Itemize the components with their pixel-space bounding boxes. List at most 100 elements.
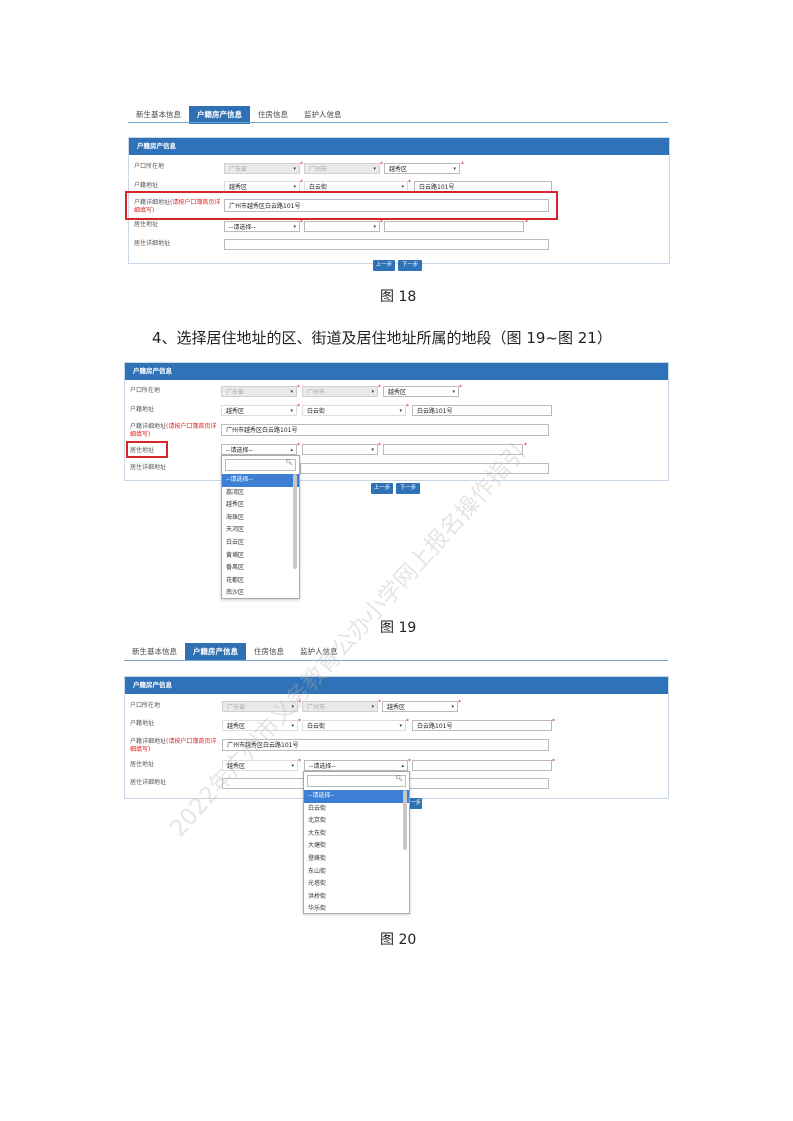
residence-street-select[interactable]: ▾ (302, 444, 378, 455)
required-mark: * (406, 403, 409, 410)
chevron-down-icon: ▾ (373, 224, 376, 230)
city-select[interactable]: 广州市 ▾ (304, 163, 380, 174)
fig18-tabs: 新生基本信息 户籍房产信息 住房信息 监护人信息 (128, 104, 350, 124)
next-button[interactable]: 下一步 (396, 483, 420, 494)
hukou-street-select[interactable]: 白云街 ▾ (302, 405, 406, 416)
province-value: 广东省 (227, 704, 246, 711)
chevron-down-icon: ▾ (373, 166, 376, 172)
prev-button[interactable]: 上一步 (371, 483, 393, 494)
chevron-down-icon: ▾ (371, 704, 374, 710)
dropdown-search-input[interactable]: 🔍︎ (225, 459, 296, 471)
dropdown-option[interactable]: 天河区 (222, 524, 299, 537)
dropdown-option[interactable]: 黄埔区 (222, 550, 299, 563)
required-mark: * (461, 161, 464, 168)
city-value: 广州市 (309, 166, 328, 173)
hukou-road-value: 白云路101号 (417, 408, 453, 415)
panel-title: 户籍房产信息 (125, 677, 668, 694)
district-select[interactable]: 越秀区 ▾ (382, 701, 458, 712)
residence-street-select[interactable]: ▾ (304, 221, 380, 232)
dropdown-option[interactable]: 华乐街 (304, 903, 409, 913)
dropdown-option[interactable]: 东山街 (304, 866, 409, 879)
hukou-detail-value: 广州市越秀区白云路101号 (226, 427, 298, 434)
dropdown-option[interactable]: 北京街 (304, 815, 409, 828)
label-residence-detail: 居住详细地址 (134, 240, 171, 247)
tab-underline (124, 660, 668, 661)
dropdown-option[interactable]: 洪桥街 (304, 891, 409, 904)
required-mark: * (300, 161, 303, 168)
dropdown-option[interactable]: 白云街 (304, 803, 409, 816)
label-hukou-detail: 户籍详细地址(请按户口簿首页详细填写) (130, 738, 220, 754)
hukou-road-input[interactable]: 白云路101号 (412, 720, 552, 731)
residence-district-select[interactable]: --请选择-- ▴ (221, 444, 297, 455)
residence-detail-input[interactable] (224, 239, 549, 250)
required-mark: * (300, 219, 303, 226)
required-mark: * (378, 699, 381, 706)
scrollbar[interactable] (293, 474, 297, 569)
dropdown-option[interactable]: 南沙区 (222, 587, 299, 598)
chevron-down-icon: ▾ (452, 389, 455, 395)
hukou-road-input[interactable]: 白云路101号 (412, 405, 552, 416)
residence-district-select[interactable]: --请选择-- ▾ (224, 221, 300, 232)
province-select[interactable]: 广东省 ▾ (221, 386, 297, 397)
hukou-district-select[interactable]: 越秀区 ▾ (221, 405, 297, 416)
tab-hukou-property[interactable]: 户籍房产信息 (185, 643, 246, 661)
chevron-down-icon: ▾ (399, 723, 402, 729)
dropdown-search-input[interactable]: 🔍︎ (307, 775, 406, 787)
province-value: 广东省 (226, 389, 245, 396)
dropdown-option[interactable]: --请选择-- (304, 790, 409, 803)
highlight-box (126, 441, 168, 458)
prev-button[interactable]: 上一步 (373, 260, 395, 271)
dropdown-option[interactable]: 番禺区 (222, 562, 299, 575)
next-button[interactable]: 下一步 (398, 260, 422, 271)
required-mark: * (300, 179, 303, 186)
chevron-down-icon: ▾ (290, 408, 293, 414)
panel-title: 户籍房产信息 (129, 138, 669, 155)
district-value: 越秀区 (389, 166, 408, 173)
required-mark: * (378, 442, 381, 449)
dropdown-option[interactable]: 白云区 (222, 537, 299, 550)
street-dropdown[interactable]: 🔍︎ --请选择-- 白云街 北京街 大东街 大塘街 登峰街 东山街 光塔街 洪桥街 华乐街 (303, 771, 410, 914)
hukou-street-select[interactable]: 白云街 ▾ (302, 720, 406, 731)
district-select[interactable]: 越秀区 ▾ (383, 386, 459, 397)
dropdown-option[interactable]: 大塘街 (304, 840, 409, 853)
hukou-street-value: 白云街 (307, 408, 326, 415)
residence-road-input[interactable] (384, 221, 524, 232)
hukou-detail-label-text: 户籍详细地址 (130, 738, 167, 745)
residence-district-value: --请选择-- (226, 447, 253, 454)
dropdown-option[interactable]: 花都区 (222, 575, 299, 588)
city-select[interactable]: 广州市 ▾ (302, 701, 378, 712)
city-select[interactable]: 广州市 ▾ (302, 386, 378, 397)
district-select[interactable]: 越秀区 ▾ (384, 163, 460, 174)
hukou-district-value: 越秀区 (229, 184, 248, 191)
tab-student-info[interactable]: 新生基本信息 (124, 643, 185, 661)
required-mark: * (552, 758, 555, 765)
hukou-detail-input[interactable]: 广州市越秀区白云路101号 (221, 424, 549, 436)
dropdown-option[interactable]: 登峰街 (304, 853, 409, 866)
chevron-down-icon: ▾ (453, 166, 456, 172)
tab-housing[interactable]: 住房信息 (246, 643, 292, 661)
dropdown-option[interactable]: 大东街 (304, 828, 409, 841)
hukou-street-value: 白云街 (307, 723, 326, 730)
district-dropdown[interactable]: 🔍︎ --请选择-- 荔湾区 越秀区 海珠区 天河区 白云区 黄埔区 番禺区 花都区 南沙区 (221, 455, 300, 599)
province-select[interactable]: 广东省 ▾ (224, 163, 300, 174)
dropdown-option[interactable]: 光塔街 (304, 878, 409, 891)
residence-street-select[interactable]: --请选择-- ▴ (304, 760, 408, 771)
panel-title: 户籍房产信息 (125, 363, 668, 380)
label-residence-detail: 居住详细地址 (130, 779, 167, 786)
dropdown-option[interactable]: --请选择-- (222, 474, 299, 487)
dropdown-option[interactable]: 荔湾区 (222, 487, 299, 500)
required-mark: * (525, 219, 528, 226)
hukou-district-value: 越秀区 (226, 408, 245, 415)
label-hukou-place: 户口所在地 (134, 163, 165, 170)
label-residence-detail: 居住详细地址 (130, 464, 167, 471)
label-hukou-place: 户口所在地 (130, 702, 161, 709)
chevron-down-icon: ▾ (451, 704, 454, 710)
highlight-box (125, 191, 558, 220)
scrollbar[interactable] (403, 790, 407, 850)
chevron-down-icon: ▾ (293, 166, 296, 172)
residence-street-value: --请选择-- (309, 763, 336, 770)
dropdown-option[interactable]: 越秀区 (222, 499, 299, 512)
dropdown-option[interactable]: 海珠区 (222, 512, 299, 525)
residence-road-input[interactable] (412, 760, 552, 771)
chevron-down-icon: ▾ (290, 389, 293, 395)
